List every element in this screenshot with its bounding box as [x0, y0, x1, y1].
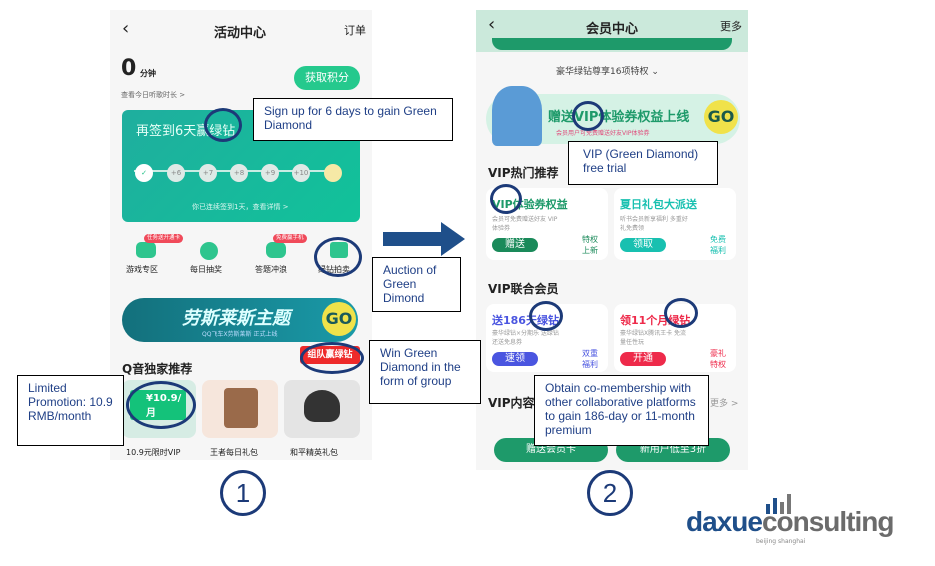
logo-wordmark: daxueconsulting [686, 506, 895, 538]
shortcut-daily-lottery[interactable]: 每日抽奖 [190, 264, 222, 275]
green-diamond-icon [324, 164, 342, 182]
banner-go-button[interactable]: GO [322, 302, 356, 336]
section-title: Q音独家推荐 [122, 362, 193, 376]
quiz-icon[interactable] [266, 242, 286, 258]
listen-time-link[interactable]: 查看今日听歌时长 > [121, 90, 185, 100]
quiz-badge: 免费赢手机 [273, 234, 307, 243]
card-desc: 豪华绿钻X腾讯王卡 免流量任性玩 [620, 330, 687, 346]
claim-button[interactable]: 领取 [620, 238, 666, 252]
more-link[interactable]: 更多 [720, 18, 742, 34]
logo-text: consulting [761, 506, 895, 537]
vip-trial-banner[interactable]: 赠送VIP体验券权益上线 会员用户可免费赠送好友VIP体验券 GO [486, 86, 740, 146]
shortcut-game-zone[interactable]: 游戏专区 [126, 264, 158, 275]
peace-elite-card[interactable] [284, 380, 360, 438]
card-desc: 会员可免费赠送好友 VIP体验券 [492, 216, 558, 232]
member-card-edge [492, 38, 732, 50]
activate-button[interactable]: 开通 [620, 352, 666, 366]
card-tag: 豪礼 特权 [710, 349, 726, 369]
annotation-comember: Obtain co-membership with other collabor… [534, 375, 709, 446]
signin-step: +8 [230, 164, 248, 182]
banner-subtitle: QQ飞车X劳斯莱斯 正式上线 [202, 331, 278, 338]
theme-banner[interactable]: 劳斯莱斯主题 QQ飞车X劳斯莱斯 正式上线 GO [122, 298, 358, 342]
card-tag: 双重 福利 [582, 349, 598, 369]
highlight-ring [314, 237, 362, 277]
signin-step: +6 [167, 164, 185, 182]
annotation-promo: Limited Promotion: 10.9 RMB/month [17, 375, 124, 446]
banner-subtitle: 会员用户可免费赠送好友VIP体验券 [556, 130, 650, 137]
card-title: 夏日礼包大派送 [620, 198, 697, 211]
privileges-dropdown[interactable]: 豪华绿钻尊享16项特权 ⌄ [556, 64, 659, 77]
lottery-icon[interactable] [200, 242, 218, 260]
highlight-ring [490, 184, 522, 214]
banner-go-button[interactable]: GO [704, 100, 738, 134]
more-link[interactable]: 更多 > [710, 396, 738, 409]
annotation-signup: Sign up for 6 days to gain Green Diamond [253, 98, 453, 141]
get-points-button[interactable]: 获取积分 [294, 66, 360, 90]
annotation-trial: VIP (Green Diamond) free trial [568, 141, 718, 185]
step-number: 1 [220, 470, 266, 516]
gift-button[interactable]: 赠送 [492, 238, 538, 252]
highlight-ring [126, 381, 196, 429]
card-desc: 听书会员新享福利 多重好礼免费领 [620, 216, 688, 232]
annotation-group: Win Green Diamond in the form of group [369, 340, 481, 404]
product-label: 王者每日礼包 [210, 448, 258, 457]
back-icon[interactable]: ‹ [488, 14, 495, 35]
game-zone-icon[interactable] [136, 242, 156, 258]
banner-title: 劳斯莱斯主题 [182, 308, 290, 329]
back-icon[interactable]: ‹ [122, 18, 129, 39]
game-zone-badge: 任务送开通卡 [144, 234, 184, 243]
signin-step: +7 [199, 164, 217, 182]
highlight-ring [572, 101, 604, 131]
highlight-ring [204, 108, 242, 142]
hot-card[interactable]: 夏日礼包大派送 听书会员新享福利 多重好礼免费领 领取 免费 福利 [614, 188, 736, 260]
highlight-ring [664, 298, 698, 328]
helmet-image [304, 390, 340, 422]
illustration-person [492, 86, 542, 146]
arrow-right-icon [383, 222, 465, 256]
highlight-ring [300, 342, 364, 374]
king-gift-card[interactable] [202, 380, 278, 438]
product-label: 和平精英礼包 [290, 448, 338, 457]
quick-claim-button[interactable]: 速领 [492, 352, 538, 366]
page-title: 活动中心 [214, 26, 267, 41]
card-desc: 豪华绿钻×分期乐 送绿钻还送免息券 [492, 330, 559, 346]
signin-step: +9 [261, 164, 279, 182]
game-character-image [224, 388, 258, 428]
section-title: VIP内容 [488, 396, 535, 410]
signin-step: +10 [292, 164, 310, 182]
logo-tagline: beijing shanghai [756, 538, 806, 545]
daxue-logo: daxueconsulting beijing shanghai [686, 490, 926, 550]
signin-step: ✓ [135, 164, 153, 182]
highlight-ring [529, 301, 563, 331]
shortcut-quiz[interactable]: 答题冲浪 [255, 264, 287, 275]
signin-status[interactable]: 你已连续签到1天，查看详情 > [192, 202, 289, 212]
section-title: VIP联合会员 [488, 282, 559, 296]
card-tag: 免费 福利 [710, 235, 726, 255]
banner-title: 赠送VIP体验券权益上线 [548, 110, 690, 125]
section-title: VIP热门推荐 [488, 166, 559, 180]
card-tag: 特权 上新 [582, 235, 598, 255]
orders-link[interactable]: 订单 [344, 22, 366, 38]
product-label: 10.9元限时VIP [126, 448, 181, 457]
annotation-auction: Auction of Green Dimond [372, 257, 461, 312]
minutes-unit: 分钟 [140, 69, 156, 78]
step-number: 2 [587, 470, 633, 516]
logo-text: daxue [686, 506, 763, 537]
page-title: 会员中心 [586, 22, 639, 37]
minutes-value: 0 [121, 56, 137, 81]
